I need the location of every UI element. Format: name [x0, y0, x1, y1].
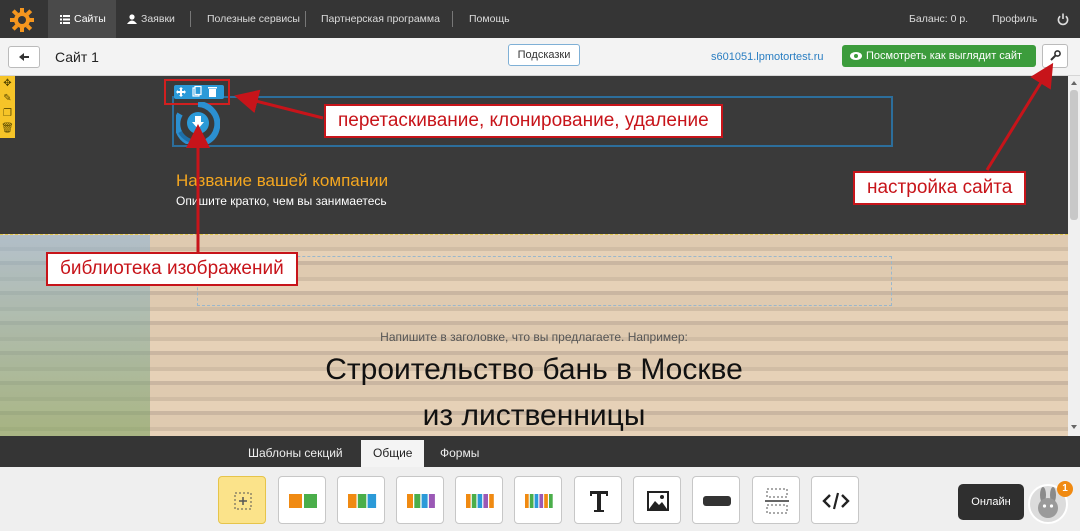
callout-drag-clone-delete: перетаскивание, клонирование, удаление: [324, 104, 723, 138]
nav-services[interactable]: Полезные сервисы: [207, 0, 300, 38]
site-name: Сайт 1: [55, 49, 99, 65]
divider-block-button[interactable]: [752, 476, 800, 524]
code-icon: [822, 492, 850, 510]
image-icon: [647, 491, 669, 511]
nav-sites-label: Сайты: [74, 13, 106, 25]
callout-image-library: библиотека изображений: [46, 252, 298, 286]
nav-divider: [305, 11, 306, 27]
clone-icon[interactable]: [192, 85, 202, 97]
tab-section-templates[interactable]: Шаблоны секций: [236, 440, 355, 467]
two-columns-block-button[interactable]: [278, 476, 326, 524]
user-icon: [127, 14, 137, 25]
notification-badge: 1: [1057, 481, 1073, 497]
button-block-button[interactable]: [692, 476, 740, 524]
move-icon[interactable]: ✥: [0, 76, 15, 91]
nav-requests-label: Заявки: [141, 13, 175, 25]
columns-3-icon: [348, 494, 377, 508]
canvas-scrollbar[interactable]: [1068, 76, 1080, 436]
scroll-down-icon[interactable]: [1068, 422, 1080, 432]
blocks-tabs-bar: Шаблоны секций Общие Формы: [0, 436, 1080, 467]
blocks-palette: [0, 467, 1080, 531]
arrow-left-icon: [19, 53, 29, 61]
trash-icon[interactable]: [208, 87, 217, 97]
eye-icon: [850, 52, 862, 60]
site-settings-button[interactable]: [1042, 44, 1068, 68]
nav-requests[interactable]: Заявки: [127, 0, 175, 38]
delete-icon[interactable]: 🗑: [0, 121, 15, 136]
divider-icon: [765, 488, 789, 514]
online-chat-button[interactable]: Онлайн: [958, 484, 1024, 520]
hero-title[interactable]: Строительство бань в Москве: [0, 353, 1068, 387]
site-domain-link[interactable]: s601051.lpmotortest.ru: [711, 51, 824, 63]
nav-help[interactable]: Помощь: [469, 0, 510, 38]
nav-partner-program[interactable]: Партнерская программа: [321, 0, 440, 38]
nav-divider: [452, 11, 453, 27]
header-section[interactable]: ✥ ✎ ❐ 🗑 Название вашей компании Опишите …: [0, 76, 1068, 234]
preview-site-label: Посмотреть как выглядит сайт: [866, 50, 1023, 62]
nav-profile[interactable]: Профиль: [992, 0, 1037, 38]
back-button[interactable]: [8, 46, 40, 68]
nav-sites[interactable]: Сайты: [48, 0, 116, 38]
empty-block-button[interactable]: [218, 476, 266, 524]
tab-forms[interactable]: Формы: [428, 440, 491, 467]
gear-logo-icon[interactable]: [10, 8, 34, 32]
columns-6-icon: [525, 494, 553, 508]
power-icon[interactable]: [1057, 13, 1069, 26]
hero-subtitle[interactable]: Напишите в заголовке, что вы предлагаете…: [0, 330, 1068, 344]
text-icon: [590, 491, 608, 512]
hero-empty-area[interactable]: [197, 256, 892, 306]
company-name[interactable]: Название вашей компании: [176, 171, 388, 191]
company-description[interactable]: Опишите кратко, чем вы занимаетесь: [176, 194, 387, 208]
callout-site-settings: настройка сайта: [853, 171, 1027, 205]
hero-title-line-2[interactable]: из лиственницы: [0, 399, 1068, 433]
image-block-button[interactable]: [633, 476, 681, 524]
code-block-button[interactable]: [811, 476, 859, 524]
three-columns-block-button[interactable]: [337, 476, 385, 524]
button-icon: [703, 496, 731, 506]
list-icon: [60, 14, 70, 24]
editor-toolbar: Сайт 1 Подсказки s601051.lpmotortest.ru …: [0, 38, 1080, 76]
six-columns-block-button[interactable]: [514, 476, 562, 524]
preview-site-button[interactable]: Посмотреть как выглядит сайт: [842, 45, 1036, 67]
move-icon[interactable]: [176, 87, 186, 97]
wrench-icon: [1050, 50, 1061, 61]
add-block-icon: [234, 492, 252, 510]
balance-text[interactable]: Баланс: 0 р.: [909, 0, 968, 38]
columns-4-icon: [407, 494, 435, 508]
edit-icon[interactable]: ✎: [0, 91, 15, 106]
five-columns-block-button[interactable]: [455, 476, 503, 524]
top-navigation: Сайты Заявки Полезные сервисы Партнерска…: [0, 0, 1080, 38]
element-tools: [174, 85, 224, 99]
scroll-up-icon[interactable]: [1068, 78, 1080, 88]
columns-5-icon: [466, 494, 494, 508]
section-tools: ✥ ✎ ❐ 🗑: [0, 76, 15, 138]
clone-icon[interactable]: ❐: [0, 106, 15, 121]
four-columns-block-button[interactable]: [396, 476, 444, 524]
image-upload-icon[interactable]: [176, 102, 220, 144]
tab-general[interactable]: Общие: [361, 440, 425, 467]
scroll-thumb[interactable]: [1070, 90, 1078, 220]
text-block-button[interactable]: [574, 476, 622, 524]
hints-button[interactable]: Подсказки: [508, 44, 580, 66]
nav-divider: [190, 11, 191, 27]
columns-2-icon: [289, 494, 317, 508]
